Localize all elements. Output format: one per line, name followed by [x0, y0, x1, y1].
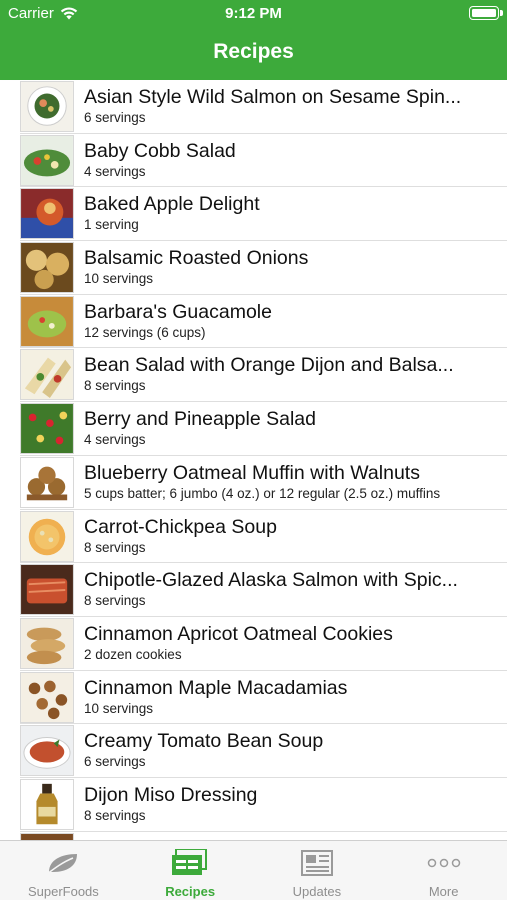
navigation-header: Carrier 9:12 PM Recipes: [0, 0, 507, 80]
tab-more[interactable]: More: [380, 841, 507, 900]
tab-label: More: [428, 884, 459, 899]
tab-updates[interactable]: Updates: [254, 841, 381, 900]
recipe-servings: 12 servings (6 cups): [84, 324, 206, 340]
list-item[interactable]: Dijon Miso Dressing 8 servings: [20, 778, 507, 832]
recipe-title: Bean Salad with Orange Dijon and Balsa..…: [84, 354, 454, 377]
recipe-thumbnail: [20, 456, 74, 508]
tab-superfoods[interactable]: SuperFoods: [0, 841, 127, 900]
recipe-servings: 4 servings: [84, 432, 146, 448]
tab-bar: SuperFoods Recipes Updates More: [0, 840, 507, 900]
battery-icon: [469, 6, 503, 20]
recipe-thumbnail: [20, 617, 74, 669]
recipe-servings: 2 dozen cookies: [84, 646, 182, 662]
list-item[interactable]: Cinnamon Apricot Oatmeal Cookies 2 dozen…: [20, 617, 507, 671]
list-item[interactable]: Carrot-Chickpea Soup 8 servings: [20, 510, 507, 564]
status-time: 9:12 PM: [225, 5, 282, 22]
recipe-cards-icon: [172, 849, 208, 875]
recipe-servings: 1 serving: [84, 217, 139, 233]
tab-label: Recipes: [165, 884, 216, 899]
list-item[interactable]: Baked Apple Delight 1 serving: [20, 187, 507, 242]
page-title: Recipes: [213, 40, 294, 63]
recipe-title: Blueberry Oatmeal Muffin with Walnuts: [84, 461, 420, 484]
recipe-thumbnail: [20, 295, 74, 347]
recipe-thumbnail: [20, 832, 74, 840]
recipe-title: Berry and Pineapple Salad: [84, 408, 316, 431]
recipe-thumbnail: [20, 403, 74, 455]
recipe-servings: 6 servings: [84, 110, 146, 125]
recipe-servings: 8 servings: [84, 539, 146, 555]
list-item[interactable]: Cinnamon Maple Macadamias 10 servings: [20, 671, 507, 725]
tab-recipes[interactable]: Recipes: [127, 841, 254, 900]
recipe-thumbnail: [20, 564, 74, 616]
recipe-list[interactable]: Asian Style Wild Salmon on Sesame Spin..…: [0, 80, 507, 840]
recipe-servings: 6 servings: [84, 754, 146, 770]
recipe-thumbnail: [20, 725, 74, 777]
recipe-thumbnail: [20, 81, 74, 132]
recipe-title: Baked Apple Delight: [84, 193, 260, 216]
recipe-title: Barbara's Guacamole: [84, 300, 272, 323]
recipe-title: Carrot-Chickpea Soup: [84, 515, 277, 538]
recipe-title: Chipotle-Glazed Alaska Salmon with Spic.…: [84, 569, 458, 592]
recipe-thumbnail: [20, 510, 74, 562]
recipe-title: Baby Cobb Salad: [84, 139, 236, 162]
recipe-servings: 8 servings: [84, 378, 146, 394]
more-dots-icon: [427, 858, 460, 868]
recipe-thumbnail: [20, 349, 74, 401]
recipe-servings: 4 servings: [84, 163, 146, 179]
list-item[interactable]: Bean Salad with Orange Dijon and Balsa..…: [20, 348, 507, 403]
list-item[interactable]: Chipotle-Glazed Alaska Salmon with Spic.…: [20, 563, 507, 617]
recipe-servings: 10 servings: [84, 271, 154, 287]
list-item[interactable]: Baby Cobb Salad 4 servings: [20, 134, 507, 188]
recipe-servings: 8 servings: [84, 807, 146, 823]
recipe-thumbnail: [20, 188, 74, 240]
leaf-icon: [46, 854, 78, 875]
tab-label: Updates: [292, 884, 342, 899]
recipe-thumbnail: [20, 242, 74, 294]
list-item[interactable]: [20, 832, 507, 840]
list-item[interactable]: Berry and Pineapple Salad 4 servings: [20, 402, 507, 456]
tab-label: SuperFoods: [27, 884, 99, 899]
recipe-title: Asian Style Wild Salmon on Sesame Spin..…: [84, 86, 462, 108]
status-bar: Carrier 9:12 PM: [0, 0, 507, 28]
list-item[interactable]: Creamy Tomato Bean Soup 6 servings: [20, 724, 507, 778]
recipe-thumbnail: [20, 778, 74, 830]
list-item[interactable]: Balsamic Roasted Onions 10 servings: [20, 241, 507, 295]
recipe-title: Cinnamon Apricot Oatmeal Cookies: [84, 622, 393, 645]
recipe-title: Creamy Tomato Bean Soup: [84, 730, 324, 753]
recipe-title: Cinnamon Maple Macadamias: [84, 676, 348, 699]
recipe-servings: 10 servings: [84, 700, 154, 716]
newspaper-icon: [300, 850, 333, 876]
recipe-thumbnail: [20, 671, 74, 723]
recipe-servings: 5 cups batter; 6 jumbo (4 oz.) or 12 reg…: [84, 485, 441, 501]
recipe-title: Dijon Miso Dressing: [84, 783, 258, 806]
recipe-servings: 8 servings: [84, 593, 146, 609]
recipe-thumbnail: [20, 134, 74, 186]
list-item[interactable]: Blueberry Oatmeal Muffin with Walnuts 5 …: [20, 456, 507, 510]
recipe-title: Balsamic Roasted Onions: [84, 247, 309, 270]
list-item[interactable]: Barbara's Guacamole 12 servings (6 cups): [20, 295, 507, 349]
list-item[interactable]: Asian Style Wild Salmon on Sesame Spin..…: [20, 80, 507, 134]
